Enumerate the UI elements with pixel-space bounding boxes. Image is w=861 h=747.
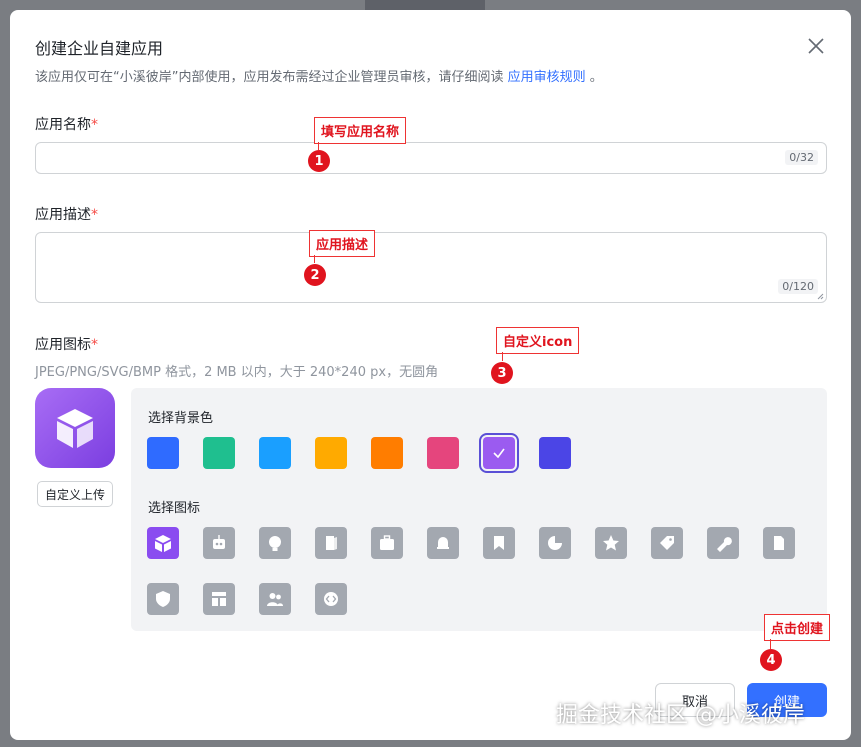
- icon-option[interactable]: [203, 527, 235, 559]
- icon-option[interactable]: [147, 583, 179, 615]
- icon-picker-panel: 选择背景色 选择图标: [131, 388, 827, 631]
- app-icon-label-text: 应用图标: [35, 337, 91, 353]
- color-swatch[interactable]: [203, 437, 235, 469]
- color-swatch[interactable]: [147, 437, 179, 469]
- annotation-label-4: 点击创建: [764, 614, 831, 641]
- bookmark-icon: [494, 536, 504, 550]
- users-icon: [267, 593, 283, 606]
- icon-option[interactable]: [147, 527, 179, 559]
- app-icon-preview: [35, 388, 115, 468]
- robot-icon: [213, 535, 225, 549]
- required-mark: *: [91, 337, 98, 353]
- annotation-badge-3: 3: [491, 362, 513, 384]
- star-icon: [603, 535, 619, 551]
- color-swatch[interactable]: [539, 437, 571, 469]
- icon-option[interactable]: [595, 527, 627, 559]
- tag-icon: [660, 536, 674, 550]
- cube-icon: [155, 535, 171, 552]
- icon-option[interactable]: [203, 583, 235, 615]
- review-rules-link[interactable]: 应用审核规则: [508, 70, 586, 85]
- app-desc-label-text: 应用描述: [35, 207, 91, 223]
- watermark: 掘金技术社区 @小溪彼岸: [556, 703, 805, 728]
- lightbulb-icon: [269, 536, 281, 551]
- annotation-leader: [318, 142, 319, 150]
- backdrop-detail: [365, 0, 485, 10]
- color-swatch[interactable]: [371, 437, 403, 469]
- close-icon[interactable]: [806, 36, 826, 56]
- icon-option[interactable]: [539, 527, 571, 559]
- briefcase-icon: [380, 535, 394, 550]
- shield-icon: [156, 591, 170, 607]
- cube-icon: [57, 409, 93, 448]
- app-desc-label: 应用描述*: [35, 204, 98, 224]
- annotation-label-1: 填写应用名称: [314, 117, 407, 144]
- subtitle-suffix: 。: [589, 70, 603, 85]
- check-icon: [493, 448, 505, 459]
- icon-option[interactable]: [483, 527, 515, 559]
- icon-option[interactable]: [315, 583, 347, 615]
- icon-option[interactable]: [651, 527, 683, 559]
- icon-option[interactable]: [315, 527, 347, 559]
- annotation-badge-4: 4: [760, 649, 782, 671]
- annotation-badge-1: 1: [308, 150, 330, 172]
- required-mark: *: [91, 207, 98, 223]
- icon-option[interactable]: [371, 527, 403, 559]
- app-desc-counter: 0/120: [778, 279, 818, 294]
- annotation-label-3: 自定义icon: [496, 327, 580, 354]
- color-swatch[interactable]: [315, 437, 347, 469]
- icon-option[interactable]: [707, 527, 739, 559]
- annotation-leader: [502, 352, 503, 361]
- icon-select-label: 选择图标: [148, 501, 201, 516]
- layout-icon: [212, 592, 226, 606]
- bg-color-label: 选择背景色: [148, 411, 214, 426]
- custom-upload-button[interactable]: 自定义上传: [37, 481, 113, 507]
- color-swatch[interactable]: [427, 437, 459, 469]
- wrench-icon: [717, 537, 732, 552]
- color-swatch[interactable]: [479, 433, 519, 473]
- resize-handle-icon[interactable]: [817, 293, 824, 300]
- code-icon: [324, 592, 338, 606]
- icon-format-hint: JPEG/PNG/SVG/BMP 格式，2 MB 以内，大于 240*240 p…: [35, 365, 439, 380]
- annotation-leader: [770, 639, 771, 649]
- icon-option[interactable]: [259, 527, 291, 559]
- color-swatch[interactable]: [259, 437, 291, 469]
- annotation-label-2: 应用描述: [309, 230, 376, 257]
- create-app-dialog: 创建企业自建应用 该应用仅可在“小溪彼岸”内部使用，应用发布需经过企业管理员审核…: [10, 10, 851, 740]
- app-name-counter: 0/32: [785, 150, 818, 165]
- annotation-badge-2: 2: [304, 264, 326, 286]
- icon-option[interactable]: [763, 527, 795, 559]
- icon-option[interactable]: [427, 527, 459, 559]
- app-name-input[interactable]: 0/32: [35, 142, 827, 174]
- icon-option[interactable]: [259, 583, 291, 615]
- bell-icon: [437, 537, 449, 549]
- app-name-label: 应用名称*: [35, 114, 98, 134]
- pie-chart-icon: [548, 536, 562, 550]
- subtitle-text: 该应用仅可在“小溪彼岸”内部使用，应用发布需经过企业管理员审核，请仔细阅读: [35, 70, 504, 85]
- document-icon: [774, 536, 784, 550]
- door-icon: [326, 536, 337, 550]
- dialog-subtitle: 该应用仅可在“小溪彼岸”内部使用，应用发布需经过企业管理员审核，请仔细阅读 应用…: [35, 66, 603, 85]
- app-desc-textarea[interactable]: 0/120: [35, 232, 827, 303]
- dialog-title: 创建企业自建应用: [35, 39, 164, 58]
- app-name-label-text: 应用名称: [35, 117, 91, 133]
- required-mark: *: [91, 117, 98, 133]
- app-icon-label: 应用图标*: [35, 334, 98, 354]
- annotation-leader: [314, 255, 315, 263]
